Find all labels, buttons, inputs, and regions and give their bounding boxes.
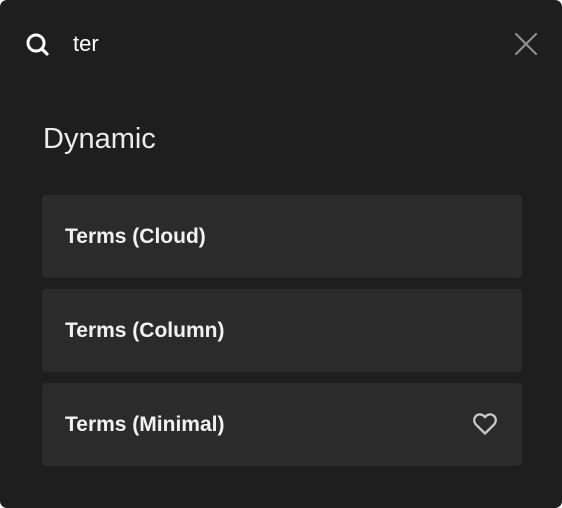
search-panel: Dynamic Terms (Cloud) Terms (Column) Ter… — [0, 0, 562, 508]
section-title: Dynamic — [43, 123, 156, 155]
search-bar — [0, 0, 562, 86]
result-item-terms-column[interactable]: Terms (Column) — [42, 289, 522, 372]
heart-outline-icon[interactable] — [472, 412, 498, 436]
result-item-label: Terms (Column) — [65, 319, 225, 342]
close-icon[interactable] — [514, 32, 538, 56]
result-item-terms-minimal[interactable]: Terms (Minimal) — [42, 383, 522, 466]
search-input[interactable] — [73, 26, 473, 62]
result-item-terms-cloud[interactable]: Terms (Cloud) — [42, 195, 522, 278]
result-item-label: Terms (Minimal) — [65, 413, 225, 436]
search-icon — [26, 33, 49, 56]
result-item-label: Terms (Cloud) — [65, 225, 206, 248]
result-list: Terms (Cloud) Terms (Column) Terms (Mini… — [42, 195, 522, 477]
